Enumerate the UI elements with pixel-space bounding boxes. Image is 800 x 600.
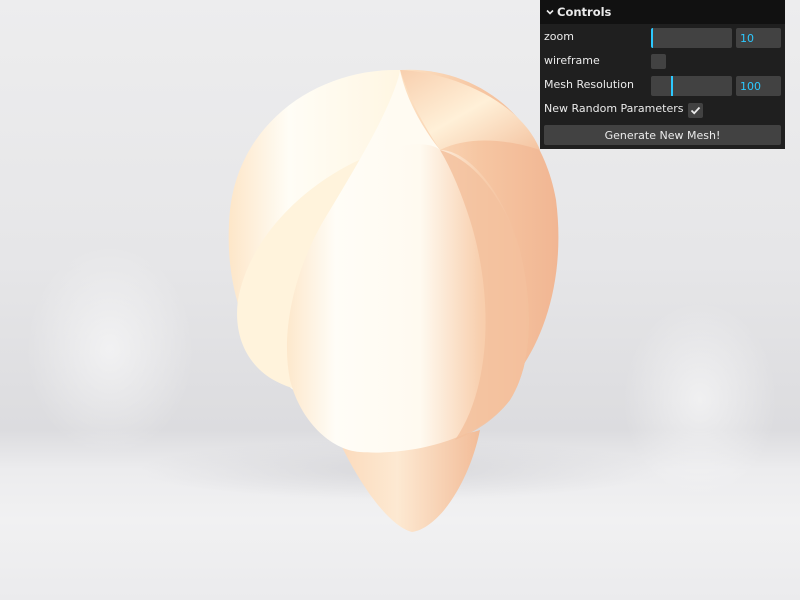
zoom-slider[interactable] [651, 28, 732, 48]
new-random-parameters-controller: New Random Parameters [540, 96, 785, 120]
controls-title: Controls [557, 5, 612, 19]
zoom-number-input[interactable]: 10 [736, 28, 781, 48]
mesh-resolution-slider[interactable] [651, 76, 732, 96]
zoom-label: zoom [544, 29, 574, 43]
wireframe-controller: wireframe [540, 48, 785, 72]
controls-panel: Controls zoom 10 wireframe Mesh Resoluti… [540, 0, 785, 149]
wireframe-label: wireframe [544, 53, 600, 67]
new-random-parameters-label: New Random Parameters [544, 101, 684, 115]
mesh-resolution-controller: Mesh Resolution 100 [540, 72, 785, 96]
generate-new-mesh-button[interactable]: Generate New Mesh! [544, 125, 781, 145]
controls-title-bar[interactable]: Controls [540, 0, 785, 24]
checkmark-icon [690, 106, 701, 115]
zoom-slider-knob[interactable] [651, 28, 653, 48]
new-random-parameters-checkbox[interactable] [688, 103, 703, 118]
chevron-down-icon [546, 9, 554, 15]
mesh-resolution-label: Mesh Resolution [544, 77, 634, 91]
mesh-resolution-slider-knob[interactable] [671, 76, 673, 96]
mesh-resolution-number-input[interactable]: 100 [736, 76, 781, 96]
wireframe-checkbox[interactable] [651, 54, 666, 69]
zoom-controller: zoom 10 [540, 24, 785, 48]
